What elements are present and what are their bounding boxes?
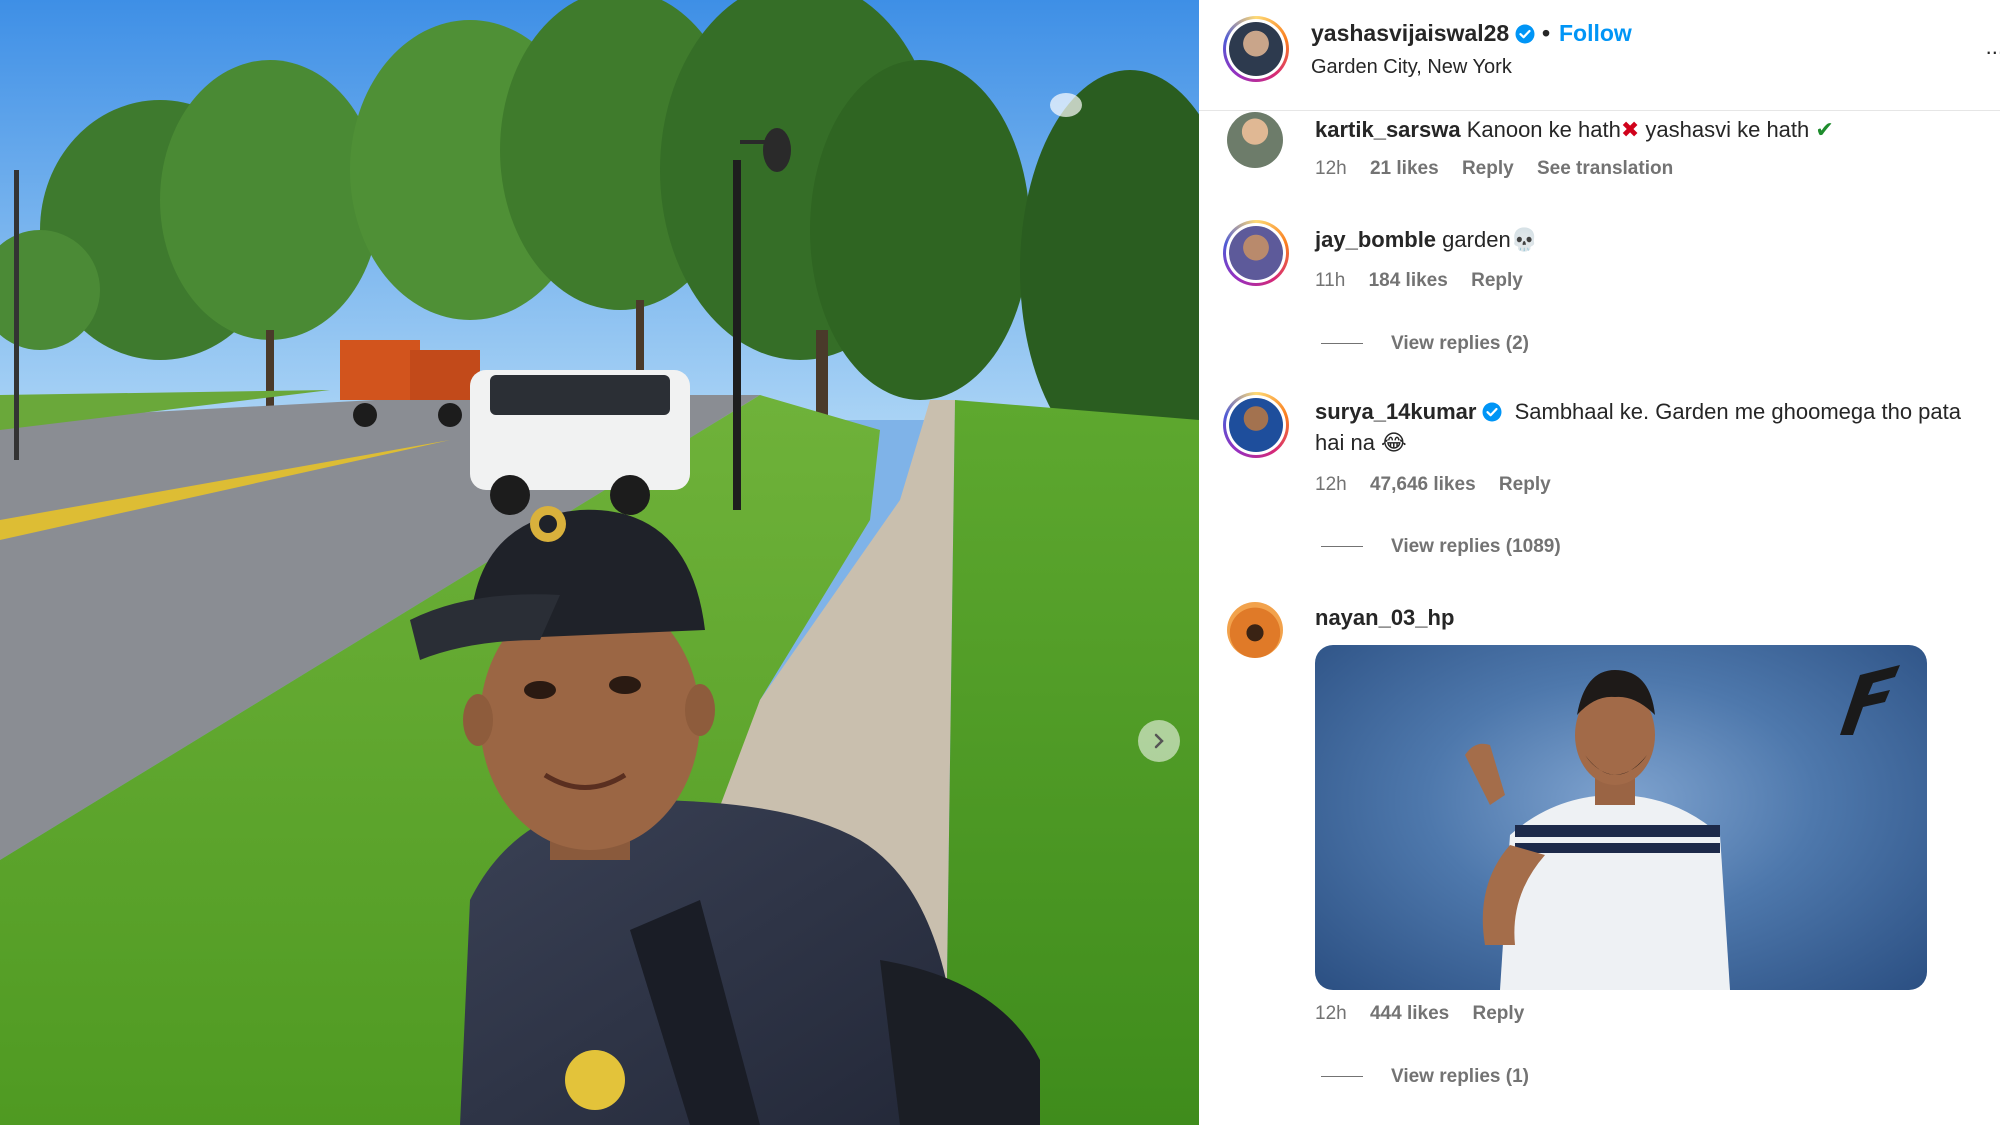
comment-gif[interactable] [1315, 645, 1927, 990]
comments-panel: yashasvijaiswal28 • Follow Garden City, … [1199, 0, 2000, 1125]
comment-username[interactable]: kartik_sarswa [1315, 117, 1461, 142]
header-separator: • [1542, 20, 1551, 46]
comment-username[interactable]: nayan_03_hp [1315, 605, 1454, 630]
comment-time: 12h [1315, 1003, 1347, 1024]
reply-button[interactable]: Reply [1473, 1003, 1525, 1024]
post-photo [0, 0, 1199, 1125]
comment-likes[interactable]: 184 likes [1369, 270, 1448, 291]
owner-username[interactable]: yashasvijaiswal28 [1311, 20, 1535, 47]
post-header: yashasvijaiswal28 • Follow Garden City, … [1199, 0, 2000, 111]
reply-button[interactable]: Reply [1462, 158, 1514, 179]
gif-image [1465, 665, 1900, 990]
view-replies-button[interactable]: View replies (1089) [1321, 536, 1561, 558]
next-photo-button[interactable] [1138, 720, 1180, 762]
comment-username[interactable]: surya_14kumar [1315, 399, 1476, 424]
comment-text: surya_14kumar Sambhaal ke. Garden me gho… [1315, 399, 1961, 455]
more-options-icon[interactable]: ... [1986, 34, 2000, 60]
post-location[interactable]: Garden City, New York [1311, 56, 1512, 79]
commenter-avatar[interactable] [1227, 602, 1283, 658]
comment-text: kartik_sarswa Kanoon ke hath✖ yashasvi k… [1315, 117, 1834, 142]
follow-button[interactable]: Follow [1559, 20, 1632, 47]
comment-text: jay_bomble garden💀 [1315, 227, 1539, 252]
comment-likes[interactable]: 21 likes [1370, 158, 1439, 179]
reply-button[interactable]: Reply [1471, 270, 1523, 291]
comment-likes[interactable]: 444 likes [1370, 1003, 1449, 1024]
green-check-icon: ✔ [1815, 117, 1834, 142]
verified-badge-icon [1482, 402, 1502, 422]
owner-avatar-image [1229, 22, 1283, 76]
comment-time: 11h [1315, 270, 1346, 291]
view-replies-line [1321, 546, 1363, 548]
commenter-avatar[interactable] [1223, 392, 1289, 458]
comment-meta: 12h 444 likes Reply [1315, 1003, 1542, 1025]
comment-time: 12h [1315, 158, 1347, 179]
gif-logo-icon [1840, 665, 1900, 735]
commenter-avatar[interactable] [1227, 112, 1283, 168]
view-replies-button[interactable]: View replies (1) [1321, 1066, 1529, 1088]
comment-username[interactable]: jay_bomble [1315, 227, 1436, 252]
chevron-right-icon [1154, 733, 1164, 749]
comment-meta: 11h 184 likes Reply [1315, 270, 1541, 292]
view-replies-line [1321, 343, 1363, 345]
commenter-avatar[interactable] [1223, 220, 1289, 286]
comment-meta: 12h 47,646 likes Reply [1315, 474, 1569, 496]
see-translation-link[interactable]: See translation [1537, 158, 1673, 179]
red-cross-icon: ✖ [1620, 117, 1640, 142]
selfie-street-scene [0, 0, 1199, 1125]
view-replies-line [1321, 1076, 1363, 1078]
comment-time: 12h [1315, 474, 1347, 495]
owner-avatar[interactable] [1223, 16, 1289, 82]
comment-meta: 12h 21 likes Reply See translation [1315, 158, 1691, 180]
view-replies-button[interactable]: View replies (2) [1321, 333, 1529, 355]
reply-button[interactable]: Reply [1499, 474, 1551, 495]
verified-badge-icon [1515, 24, 1535, 44]
comment-likes[interactable]: 47,646 likes [1370, 474, 1476, 495]
comment-text: nayan_03_hp [1315, 602, 1975, 633]
